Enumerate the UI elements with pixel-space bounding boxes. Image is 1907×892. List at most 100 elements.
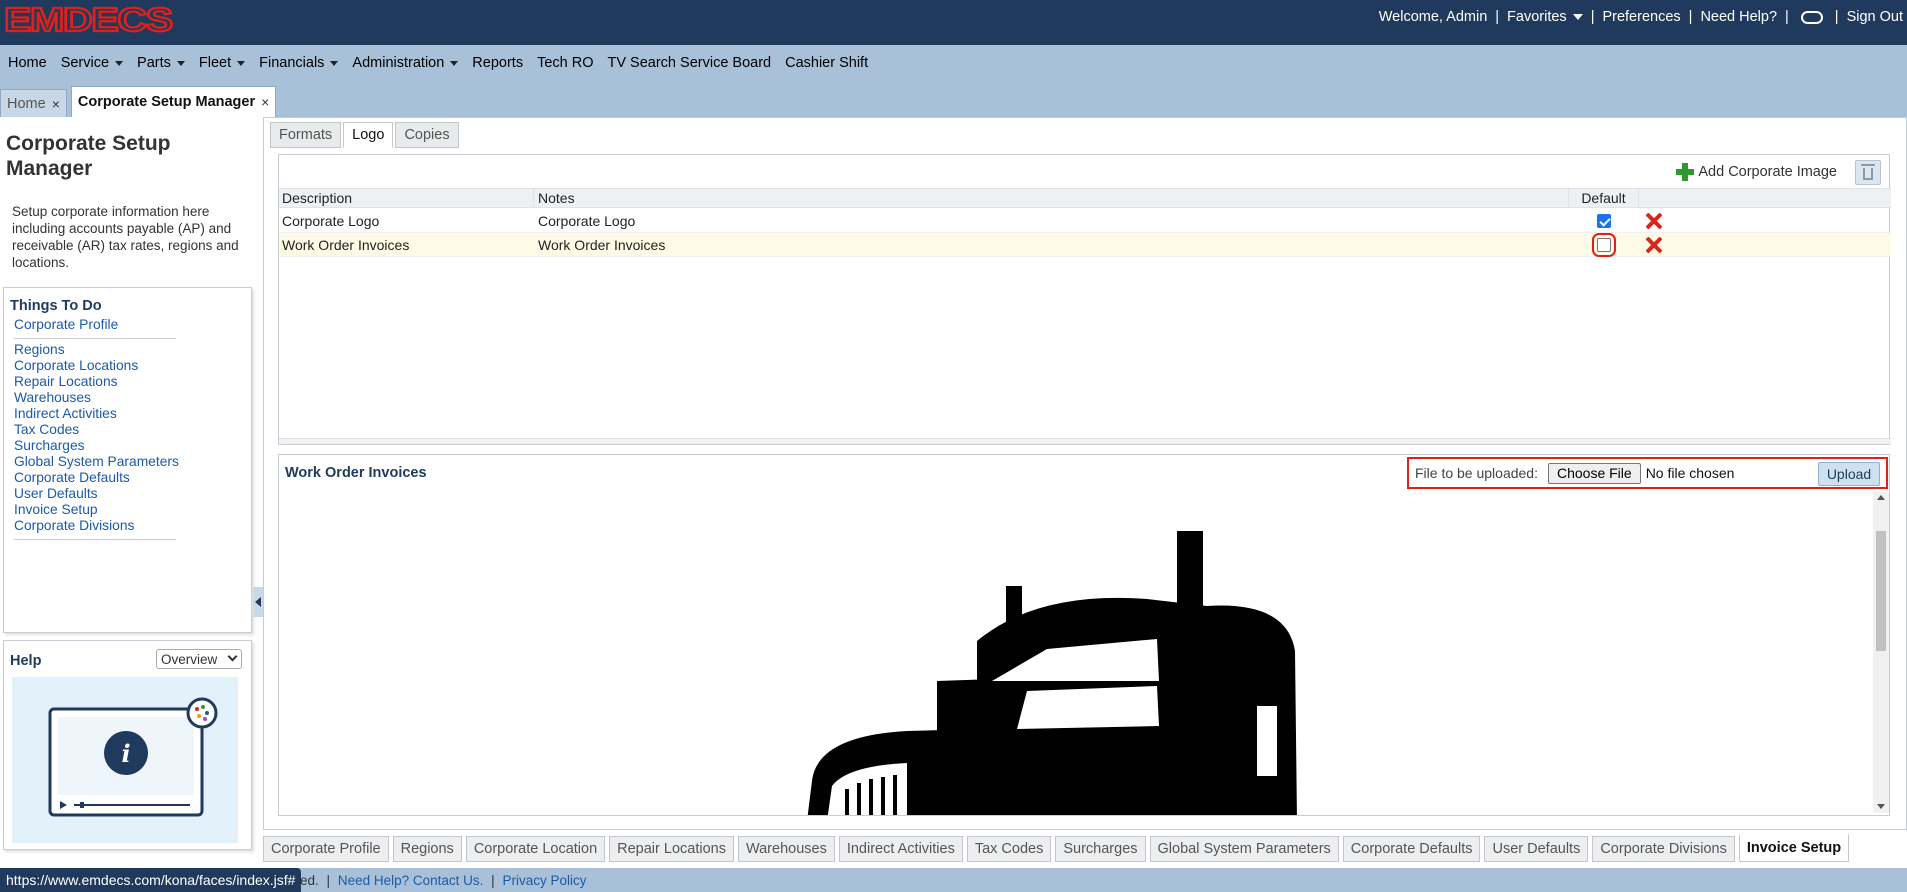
close-icon[interactable]: × <box>261 94 269 110</box>
column-header-description[interactable]: Description <box>279 189 534 207</box>
menu-home[interactable]: Home <box>8 55 47 71</box>
menu-administration[interactable]: Administration <box>352 55 459 71</box>
tab-copies[interactable]: Copies <box>395 122 459 148</box>
svg-text:EMDECS: EMDECS <box>4 2 172 36</box>
row-description: Work Order Invoices <box>282 236 410 253</box>
scroll-up-icon[interactable] <box>1877 495 1885 500</box>
column-header-delete <box>1639 189 1669 207</box>
todo-link-indirect-activities[interactable]: Indirect Activities <box>14 406 117 421</box>
bottom-tab-tax-codes[interactable]: Tax Codes <box>966 836 1052 862</box>
footer-text-fragment: ed. <box>300 873 319 888</box>
bottom-tab-repair-locations[interactable]: Repair Locations <box>609 836 734 862</box>
collapse-sidebar-handle[interactable] <box>253 587 263 617</box>
row-notes: Work Order Invoices <box>538 236 666 253</box>
todo-link-corporate-locations[interactable]: Corporate Locations <box>14 358 138 373</box>
help-video-thumbnail[interactable]: i <box>12 677 238 843</box>
menu-tv-search-service-board[interactable]: TV Search Service Board <box>608 55 772 71</box>
trash-icon <box>1861 164 1875 180</box>
menu-parts[interactable]: Parts <box>137 55 185 71</box>
bottom-tab-global-system-parameters[interactable]: Global System Parameters <box>1149 836 1339 862</box>
file-upload-area: File to be uploaded: Choose File No file… <box>1407 457 1888 489</box>
bottom-tab-warehouses[interactable]: Warehouses <box>737 836 835 862</box>
bottom-tabs: Corporate Profile Regions Corporate Loca… <box>263 834 1853 864</box>
todo-link-global-system-parameters[interactable]: Global System Parameters <box>14 454 179 469</box>
scroll-thumb[interactable] <box>1876 531 1886 651</box>
todo-link-corporate-divisions[interactable]: Corporate Divisions <box>14 518 134 533</box>
truck-logo-image <box>807 531 1297 815</box>
menu-reports[interactable]: Reports <box>472 55 523 71</box>
sign-out-link[interactable]: Sign Out <box>1847 9 1903 25</box>
todo-link-corporate-profile[interactable]: Corporate Profile <box>14 317 118 332</box>
chevron-down-icon <box>176 60 185 66</box>
todo-link-repair-locations[interactable]: Repair Locations <box>14 374 118 389</box>
tab-formats[interactable]: Formats <box>270 122 342 148</box>
vertical-scrollbar[interactable] <box>1873 491 1889 813</box>
todo-link-tax-codes[interactable]: Tax Codes <box>14 422 79 437</box>
tab-logo[interactable]: Logo <box>343 122 394 148</box>
help-topic-select[interactable]: Overview <box>156 649 242 669</box>
todo-link-regions[interactable]: Regions <box>14 342 65 357</box>
chosen-file-name: No file chosen <box>1645 465 1735 481</box>
delete-row-icon[interactable] <box>1646 213 1662 229</box>
chat-icon[interactable] <box>1800 10 1823 24</box>
page-tab-corporate-setup-manager[interactable]: Corporate Setup Manager × <box>70 86 277 117</box>
bottom-tab-surcharges[interactable]: Surcharges <box>1055 836 1146 862</box>
close-icon[interactable]: × <box>52 96 60 112</box>
upload-button[interactable]: Upload <box>1818 462 1880 486</box>
info-video-icon: i <box>48 697 218 817</box>
main-content: Formats Logo Copies Add Corporate Image … <box>263 117 1907 830</box>
delete-cell <box>1639 233 1669 256</box>
bottom-tab-corporate-divisions[interactable]: Corporate Divisions <box>1592 836 1735 862</box>
left-panel: Corporate Setup Manager Setup corporate … <box>0 117 263 865</box>
menu-financials[interactable]: Financials <box>259 55 339 71</box>
favorites-menu[interactable]: Favorites <box>1507 9 1583 25</box>
table-row[interactable]: Work Order Invoices Work Order Invoices <box>279 232 1891 257</box>
column-header-default[interactable]: Default <box>1569 189 1639 207</box>
bottom-tab-corporate-location[interactable]: Corporate Location <box>465 836 606 862</box>
page-description: Setup corporate information here includi… <box>12 204 239 270</box>
row-notes: Corporate Logo <box>538 212 636 229</box>
row-description: Corporate Logo <box>282 212 380 229</box>
bottom-tab-corporate-defaults[interactable]: Corporate Defaults <box>1342 836 1481 862</box>
page-title: Corporate Setup Manager <box>6 132 171 180</box>
default-checkbox[interactable] <box>1597 213 1611 228</box>
page-tab-home[interactable]: Home × <box>0 89 67 117</box>
bottom-tab-corporate-profile[interactable]: Corporate Profile <box>263 836 389 862</box>
default-cell <box>1569 232 1639 257</box>
scroll-down-icon[interactable] <box>1877 804 1885 809</box>
menu-service[interactable]: Service <box>61 55 124 71</box>
todo-link-warehouses[interactable]: Warehouses <box>14 390 91 405</box>
table-row[interactable]: Corporate Logo Corporate Logo <box>279 209 1891 233</box>
chevron-down-icon <box>330 60 339 66</box>
column-header-notes[interactable]: Notes <box>535 189 1569 207</box>
default-checkbox[interactable] <box>1592 232 1616 257</box>
todo-link-corporate-defaults[interactable]: Corporate Defaults <box>14 470 130 485</box>
menu-cashier-shift[interactable]: Cashier Shift <box>785 55 868 71</box>
welcome-text: Welcome, Admin <box>1378 9 1488 25</box>
preferences-link[interactable]: Preferences <box>1602 9 1680 25</box>
main-menu: Home Service Parts Fleet Financials Admi… <box>8 48 882 78</box>
delete-row-icon[interactable] <box>1646 237 1662 253</box>
footer-links: ed. | Need Help? Contact Us. | Privacy P… <box>300 873 587 888</box>
menu-fleet[interactable]: Fleet <box>199 55 246 71</box>
bottom-tab-indirect-activities[interactable]: Indirect Activities <box>838 836 963 862</box>
privacy-policy-link[interactable]: Privacy Policy <box>502 873 586 888</box>
todo-link-user-defaults[interactable]: User Defaults <box>14 486 98 501</box>
todo-link-invoice-setup[interactable]: Invoice Setup <box>14 502 98 517</box>
image-preview-panel: Work Order Invoices File to be uploaded:… <box>278 454 1890 816</box>
menu-tech-ro[interactable]: Tech RO <box>537 55 593 71</box>
add-corporate-image-button[interactable]: Add Corporate Image <box>1676 163 1837 181</box>
horizontal-scrollbar[interactable] <box>279 438 1891 444</box>
bottom-tab-user-defaults[interactable]: User Defaults <box>1484 836 1589 862</box>
section-tabs: Formats Logo Copies <box>270 122 461 148</box>
delete-cell <box>1639 209 1669 232</box>
plus-icon <box>1676 163 1695 181</box>
need-help-link[interactable]: Need Help? <box>1700 9 1777 25</box>
bottom-tab-regions[interactable]: Regions <box>392 836 462 862</box>
todo-link-surcharges[interactable]: Surcharges <box>14 438 85 453</box>
choose-file-button[interactable]: Choose File <box>1547 462 1641 484</box>
bottom-tab-invoice-setup[interactable]: Invoice Setup <box>1738 834 1850 862</box>
delete-button[interactable] <box>1855 160 1881 185</box>
contact-us-link[interactable]: Need Help? Contact Us. <box>338 873 484 888</box>
emdecs-logo[interactable]: EMDECS <box>4 2 174 36</box>
